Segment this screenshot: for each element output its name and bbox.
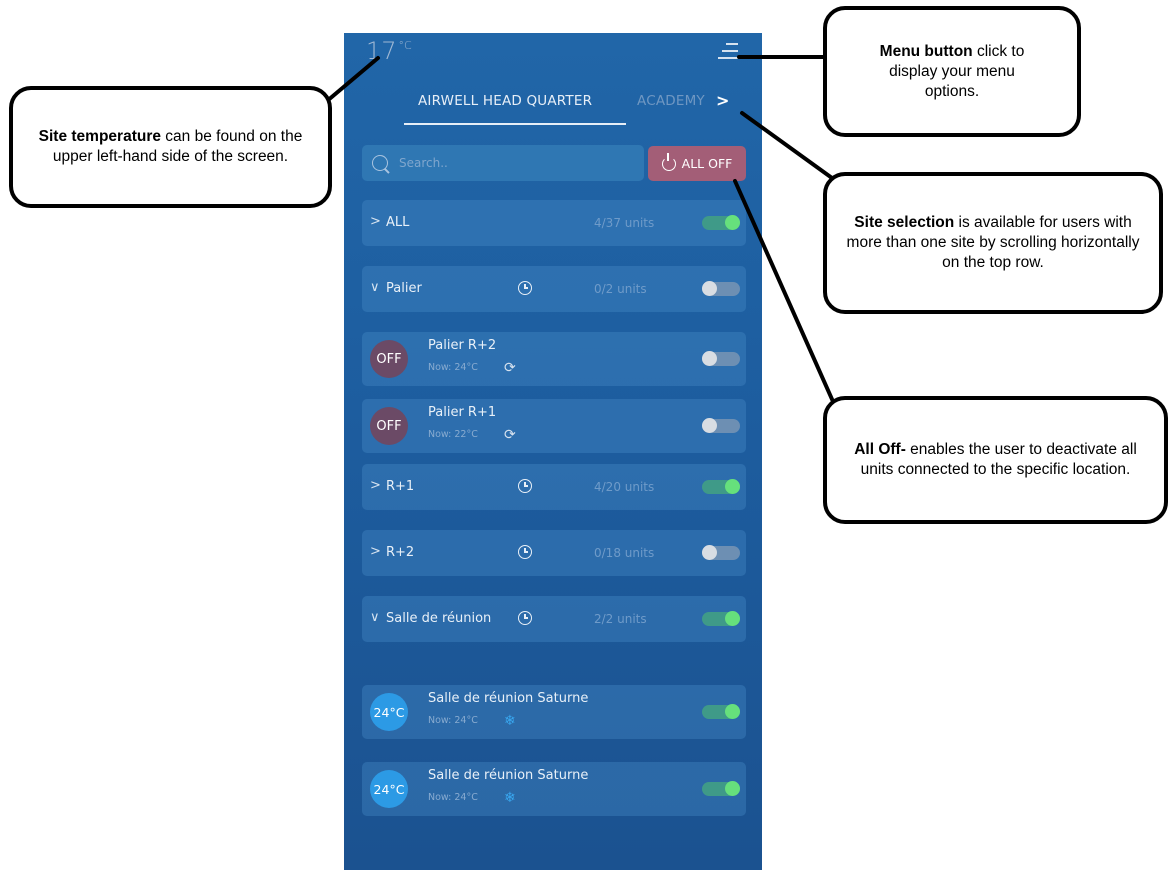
clock-icon[interactable] <box>518 281 532 295</box>
unit-row-salle-saturne[interactable]: 24°C Salle de réunion Saturne Now: 24°C … <box>362 685 746 739</box>
callout-text: Site selection is available for users wi… <box>846 214 1140 271</box>
unit-name: Salle de réunion Saturne <box>428 768 589 783</box>
site-temperature: 17 °C <box>366 37 412 65</box>
unit-status-button[interactable]: 24°C <box>370 693 408 731</box>
group-toggle[interactable] <box>702 281 740 296</box>
unit-status-button[interactable]: OFF <box>370 407 408 445</box>
unit-name: Palier R+1 <box>428 405 497 420</box>
snowflake-icon: ❄ <box>504 713 516 729</box>
unit-count: 4/37 units <box>594 216 655 230</box>
group-name: Salle de réunion <box>386 611 492 626</box>
unit-current-temp: Now: 24°C <box>428 362 478 373</box>
chevron-right-icon: > <box>370 478 381 493</box>
all-off-button[interactable]: ALL OFF <box>648 146 746 181</box>
unit-current-temp: Now: 24°C <box>428 792 478 803</box>
group-toggle[interactable] <box>702 479 740 494</box>
unit-count: 2/2 units <box>594 612 647 626</box>
group-name: ALL <box>386 215 410 230</box>
clock-icon[interactable] <box>518 611 532 625</box>
snowflake-icon: ❄ <box>504 790 516 806</box>
unit-status-button[interactable]: OFF <box>370 340 408 378</box>
group-toggle[interactable] <box>702 611 740 626</box>
active-tab-indicator <box>404 123 626 125</box>
tab-academy[interactable]: ACADEMY <box>637 93 707 109</box>
group-name: R+2 <box>386 545 415 560</box>
cycle-icon: ⟳ <box>504 427 516 443</box>
group-row-palier[interactable]: ∨ Palier 0/2 units <box>362 266 746 312</box>
callout-text: All Off- enables the user to deactivate … <box>854 441 1137 478</box>
chevron-right-icon: > <box>370 544 381 559</box>
group-toggle[interactable] <box>702 545 740 560</box>
unit-row-palier-r1[interactable]: OFF Palier R+1 Now: 22°C ⟳ <box>362 399 746 453</box>
site-tabs: AIRWELL HEAD QUARTER ACADEMY > <box>344 89 762 129</box>
clock-icon[interactable] <box>518 545 532 559</box>
chevron-down-icon: ∨ <box>370 280 380 295</box>
callout-site-selection: Site selection is available for users wi… <box>823 172 1163 314</box>
temperature-unit: °C <box>398 39 412 52</box>
unit-current-temp: Now: 24°C <box>428 715 478 726</box>
group-row-r1[interactable]: > R+1 4/20 units <box>362 464 746 510</box>
callout-text: Menu button click to display your menu o… <box>879 42 1025 100</box>
chevron-down-icon: ∨ <box>370 610 380 625</box>
group-name: Palier <box>386 281 422 296</box>
search-icon <box>372 155 388 171</box>
group-row-salle-de-reunion[interactable]: ∨ Salle de réunion 2/2 units <box>362 596 746 642</box>
group-name: R+1 <box>386 479 415 494</box>
unit-count: 0/2 units <box>594 282 647 296</box>
unit-row-salle-saturne-2[interactable]: 24°C Salle de réunion Saturne Now: 24°C … <box>362 762 746 816</box>
unit-status-button[interactable]: 24°C <box>370 770 408 808</box>
unit-name: Palier R+2 <box>428 338 497 353</box>
power-icon <box>661 152 676 171</box>
group-toggle[interactable] <box>702 215 740 230</box>
group-row-all[interactable]: > ALL 4/37 units <box>362 200 746 246</box>
unit-toggle[interactable] <box>702 418 740 433</box>
callout-all-off: All Off- enables the user to deactivate … <box>823 396 1168 524</box>
unit-toggle[interactable] <box>702 781 740 796</box>
callout-site-temperature: Site temperature can be found on the upp… <box>9 86 332 208</box>
unit-name: Salle de réunion Saturne <box>428 691 589 706</box>
search-bar <box>362 145 644 181</box>
unit-toggle[interactable] <box>702 351 740 366</box>
unit-current-temp: Now: 22°C <box>428 429 478 440</box>
unit-toggle[interactable] <box>702 704 740 719</box>
callout-text: Site temperature can be found on the upp… <box>38 128 303 165</box>
callout-menu-button: Menu button click to display your menu o… <box>823 6 1081 137</box>
temperature-value: 17 <box>366 37 397 65</box>
unit-count: 0/18 units <box>594 546 655 560</box>
app-screen: 17°C AIRWELL HEAD QUARTER ACADEMY > ALL … <box>344 33 762 870</box>
search-input[interactable] <box>397 155 631 171</box>
chevron-right-icon: > <box>370 214 381 229</box>
tab-airwell-head-quarter[interactable]: AIRWELL HEAD QUARTER <box>418 93 592 109</box>
chevron-right-icon[interactable]: > <box>716 91 729 110</box>
unit-count: 4/20 units <box>594 480 655 494</box>
cycle-icon: ⟳ <box>504 360 516 376</box>
clock-icon[interactable] <box>518 479 532 493</box>
group-row-r2[interactable]: > R+2 0/18 units <box>362 530 746 576</box>
menu-icon[interactable] <box>714 39 738 63</box>
all-off-label: ALL OFF <box>681 156 733 171</box>
unit-row-palier-r2[interactable]: OFF Palier R+2 Now: 24°C ⟳ <box>362 332 746 386</box>
